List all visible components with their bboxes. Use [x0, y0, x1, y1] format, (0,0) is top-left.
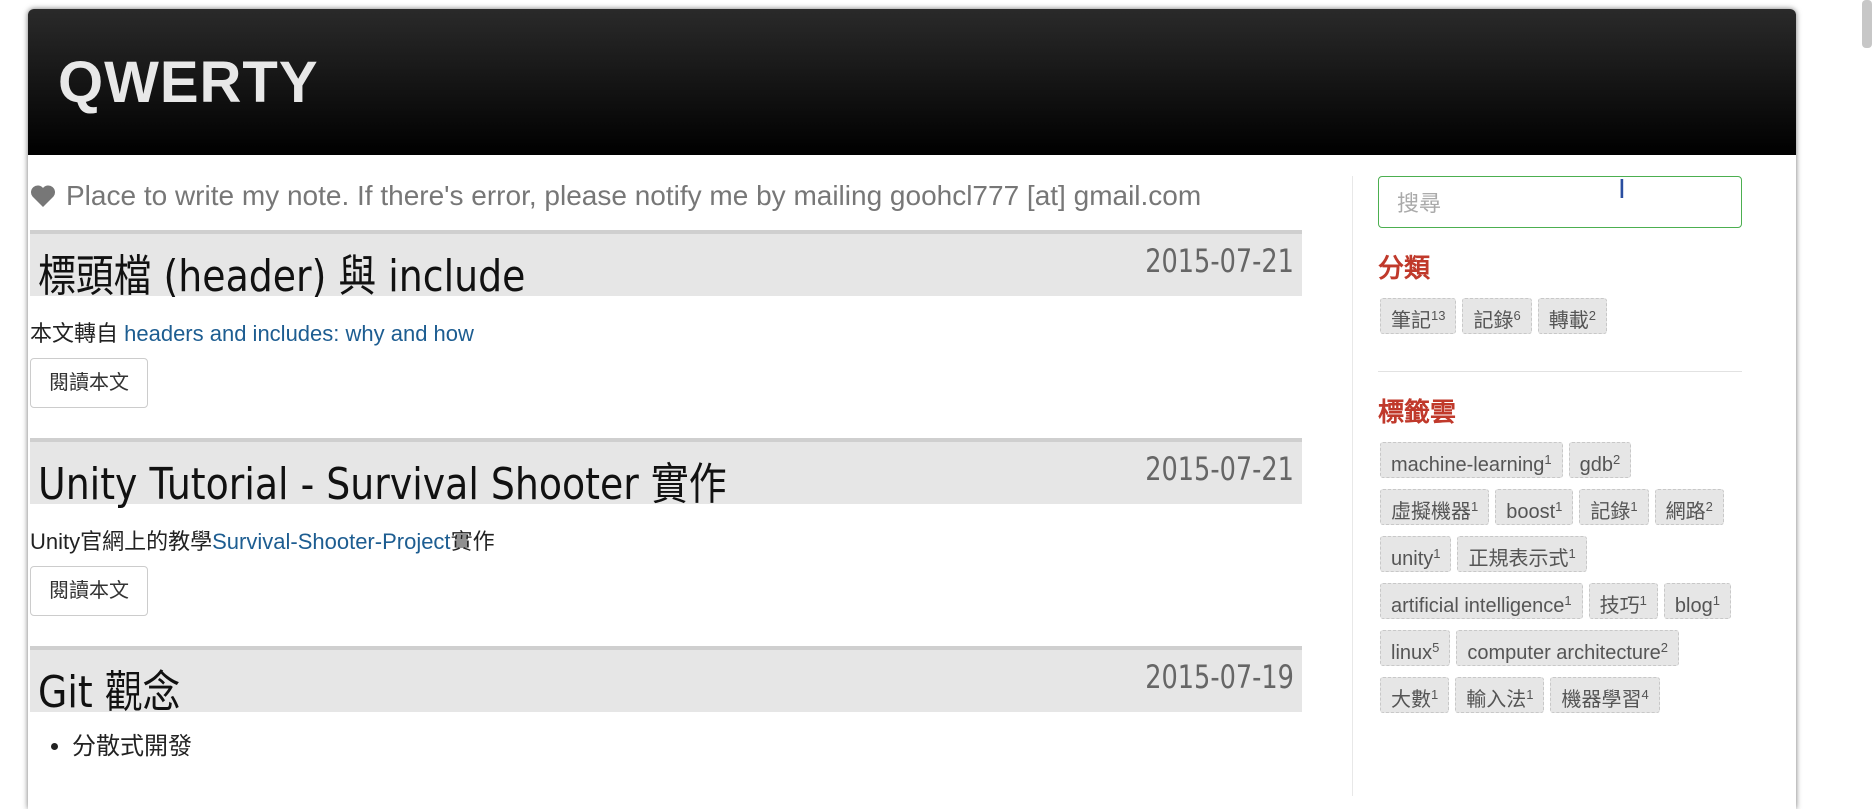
- tag-cloud-item[interactable]: 輸入法1: [1455, 677, 1545, 713]
- text-cursor-icon: I: [1618, 173, 1626, 204]
- category-tag[interactable]: 轉載2: [1537, 298, 1607, 334]
- post-title[interactable]: Unity Tutorial - Survival Shooter 實作: [38, 448, 727, 512]
- heart-icon: [30, 185, 56, 207]
- post-title[interactable]: Git 觀念: [38, 656, 180, 720]
- post-excerpt: 本文轉自 headers and includes: why and how: [30, 316, 1302, 346]
- tag-cloud-item[interactable]: machine-learning1: [1380, 442, 1563, 478]
- tag-count: 2: [1660, 640, 1669, 655]
- excerpt-text-suffix: 實作: [450, 529, 495, 554]
- tag-name: gdb: [1579, 454, 1614, 476]
- tag-cloud-item[interactable]: 正規表示式1: [1457, 536, 1587, 572]
- category-list: 筆記13 記錄6 轉載2: [1378, 298, 1742, 345]
- post-date: 2015-07-21: [1145, 242, 1294, 280]
- tag-count: 1: [1544, 452, 1552, 467]
- tag-count: 1: [1630, 499, 1638, 514]
- tag-cloud-item[interactable]: 記錄1: [1579, 489, 1649, 525]
- post-date: 2015-07-19: [1145, 658, 1294, 696]
- tag-name: blog: [1674, 595, 1713, 617]
- tag-cloud-item[interactable]: blog1: [1663, 583, 1731, 619]
- tag-name: artificial intelligence: [1391, 595, 1565, 617]
- tag-cloud-item[interactable]: 網路2: [1654, 489, 1724, 525]
- tag-name: machine-learning: [1391, 454, 1545, 476]
- sidebar-divider: [1352, 176, 1353, 796]
- category-tag[interactable]: 筆記13: [1380, 298, 1457, 334]
- main-content: Place to write my note. If there's error…: [30, 176, 1302, 761]
- tag-cloud-item[interactable]: unity1: [1380, 536, 1452, 572]
- tag-name: boost: [1506, 501, 1556, 523]
- tag-cloud-item[interactable]: gdb2: [1568, 442, 1632, 478]
- tag-name: 技巧: [1599, 595, 1640, 617]
- post-title[interactable]: 標頭檔 (header) 與 include: [38, 240, 525, 304]
- tag-name: 虛擬機器: [1391, 501, 1471, 523]
- post-excerpt: Unity官網上的教學Survival-Shooter-Project實作: [30, 524, 1302, 554]
- post-item: Unity Tutorial - Survival Shooter 實作 201…: [30, 438, 1302, 616]
- post-header: Git 觀念 2015-07-19: [30, 646, 1302, 718]
- post-date: 2015-07-21: [1145, 450, 1294, 488]
- tag-count: 2: [1613, 452, 1621, 467]
- tag-cloud-item[interactable]: boost1: [1495, 489, 1574, 525]
- tag-count: 1: [1712, 593, 1720, 608]
- excerpt-link[interactable]: Survival-Shooter-Project: [212, 529, 450, 554]
- post-header: Unity Tutorial - Survival Shooter 實作 201…: [30, 438, 1302, 510]
- tag-count: 5: [1432, 640, 1440, 655]
- categories-title: 分類: [1378, 253, 1431, 283]
- read-more-button[interactable]: 閱讀本文: [30, 358, 148, 408]
- tag-cloud-item[interactable]: artificial intelligence1: [1380, 583, 1583, 619]
- search-input[interactable]: 搜尋: [1378, 176, 1742, 228]
- tag-name: unity: [1391, 548, 1434, 570]
- tag-cloud: machine-learning1 gdb2虛擬機器1 boost1 記錄1 網路2un…: [1378, 442, 1742, 724]
- tag-count: 1: [1564, 593, 1572, 608]
- tag-count: 1: [1555, 499, 1563, 514]
- post-header: 標頭檔 (header) 與 include 2015-07-21: [30, 230, 1302, 302]
- read-more-button[interactable]: 閱讀本文: [30, 566, 148, 616]
- tag-cloud-item[interactable]: 大數1: [1380, 677, 1450, 713]
- tag-cloud-title: 標籤雲: [1378, 397, 1457, 427]
- section-divider: [1378, 371, 1742, 372]
- tag-cloud-item[interactable]: 虛擬機器1: [1380, 489, 1490, 525]
- tagline-text: Place to write my note. If there's error…: [66, 180, 1202, 211]
- tag-name: 大數: [1391, 689, 1431, 711]
- tag-count: 1: [1431, 687, 1439, 702]
- tagline: Place to write my note. If there's error…: [30, 176, 1302, 216]
- tag-count: 1: [1526, 687, 1534, 702]
- search-placeholder: 搜尋: [1397, 191, 1442, 216]
- tag-count: 1: [1639, 593, 1647, 608]
- tag-count: 1: [1471, 499, 1479, 514]
- tag-name: linux: [1391, 642, 1433, 664]
- category-tag[interactable]: 記錄6: [1462, 298, 1532, 334]
- site-title[interactable]: QWERTY: [58, 49, 319, 116]
- tag-count: 1: [1433, 546, 1441, 561]
- post-bullet-list: 分散式開發: [30, 726, 1302, 761]
- tag-cloud-item[interactable]: 技巧1: [1588, 583, 1658, 619]
- tag-name: computer architecture: [1467, 642, 1661, 664]
- site-header: QWERTY: [28, 9, 1796, 155]
- post-item: Git 觀念 2015-07-19 分散式開發: [30, 646, 1302, 761]
- tag-count: 2: [1705, 499, 1713, 514]
- tag-name: 輸入法: [1466, 689, 1527, 711]
- page-scrollbar[interactable]: [1862, 0, 1872, 48]
- excerpt-link[interactable]: headers and includes: why and how: [124, 321, 474, 346]
- tag-name: 網路: [1665, 501, 1706, 523]
- excerpt-text: Unity官網上的教學: [30, 529, 213, 554]
- excerpt-text: 本文轉自: [30, 321, 125, 346]
- tag-name: 正規表示式: [1468, 548, 1569, 570]
- tag-count: 4: [1641, 687, 1649, 702]
- post-item: 標頭檔 (header) 與 include 2015-07-21 本文轉自 h…: [30, 230, 1302, 408]
- tag-name: 記錄: [1590, 501, 1631, 523]
- tag-name: 機器學習: [1561, 689, 1642, 711]
- tag-count: 1: [1568, 546, 1576, 561]
- tag-cloud-item[interactable]: computer architecture2: [1456, 630, 1680, 666]
- tag-cloud-item[interactable]: linux5: [1380, 630, 1451, 666]
- list-item: 分散式開發: [72, 726, 1302, 761]
- sidebar: 搜尋 分類 筆記13 記錄6 轉載2 標籤雲 machine-learning1 gd…: [1378, 176, 1742, 724]
- tag-cloud-item[interactable]: 機器學習4: [1550, 677, 1660, 713]
